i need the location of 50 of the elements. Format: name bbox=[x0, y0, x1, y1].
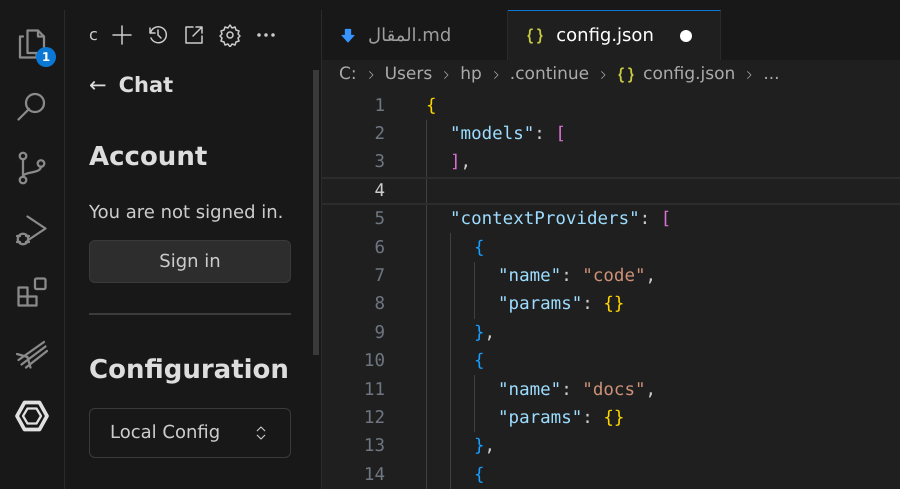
breadcrumb-item[interactable]: config.json bbox=[643, 62, 736, 88]
json-braces-icon bbox=[526, 26, 544, 46]
code-line: "params": {} bbox=[498, 293, 624, 316]
code-line: { bbox=[474, 236, 485, 260]
line-number: 9 bbox=[373, 322, 385, 345]
plus-icon[interactable] bbox=[110, 23, 134, 47]
section-heading: Account bbox=[89, 140, 208, 174]
code-line: "name": "docs", bbox=[498, 378, 656, 402]
code-line: { bbox=[474, 350, 485, 374]
code-line: { bbox=[474, 464, 485, 487]
download-arrow-icon bbox=[340, 26, 356, 45]
config-select[interactable]: Local Config bbox=[89, 408, 291, 458]
line-number: 14 bbox=[362, 464, 385, 487]
hexagon-logo-icon[interactable] bbox=[14, 398, 50, 434]
breadcrumb-item[interactable]: .continue bbox=[510, 62, 590, 88]
json-braces-icon bbox=[617, 64, 636, 85]
line-number: 1 bbox=[373, 94, 385, 118]
section-heading: Configuration bbox=[89, 354, 290, 386]
sign-in-button[interactable]: Sign in bbox=[89, 240, 291, 282]
sign-in-status: You are not signed in. bbox=[89, 200, 284, 224]
code-line: }, bbox=[474, 322, 496, 345]
code-line: "name": "code", bbox=[498, 264, 656, 288]
breadcrumb-item[interactable]: Users bbox=[384, 62, 432, 88]
line-number: 7 bbox=[373, 264, 385, 288]
line-number: 11 bbox=[362, 378, 385, 402]
settings-icon[interactable] bbox=[218, 23, 242, 47]
panel-title: Chat bbox=[118, 72, 174, 99]
line-number: 2 bbox=[373, 122, 385, 146]
line-number: 5 bbox=[373, 208, 385, 232]
line-number: 6 bbox=[373, 236, 385, 260]
line-number: 13 bbox=[362, 435, 385, 458]
breadcrumb-item[interactable]: ... bbox=[763, 62, 780, 88]
code-line: "models": [ bbox=[450, 122, 566, 146]
breadcrumb-item[interactable]: C: bbox=[339, 62, 357, 88]
code-line: "contextProviders": [ bbox=[450, 208, 672, 232]
code-line: }, bbox=[474, 435, 496, 458]
line-number: 12 bbox=[362, 406, 385, 430]
code-line: ], bbox=[450, 151, 472, 174]
code-line: { bbox=[426, 94, 437, 118]
line-number: 10 bbox=[362, 350, 385, 374]
back-arrow[interactable]: ← bbox=[89, 70, 107, 102]
editor-tab[interactable]: config.json bbox=[508, 10, 721, 60]
notification-badge: 1 bbox=[36, 47, 56, 67]
line-number: 8 bbox=[373, 293, 385, 316]
breadcrumb-item[interactable]: hp bbox=[460, 62, 482, 88]
code-line: "params": {} bbox=[498, 406, 624, 430]
toolbar-label: c bbox=[89, 24, 98, 46]
modified-dot bbox=[680, 30, 692, 42]
line-number: 4 bbox=[373, 180, 385, 203]
line-number: 3 bbox=[373, 151, 385, 174]
